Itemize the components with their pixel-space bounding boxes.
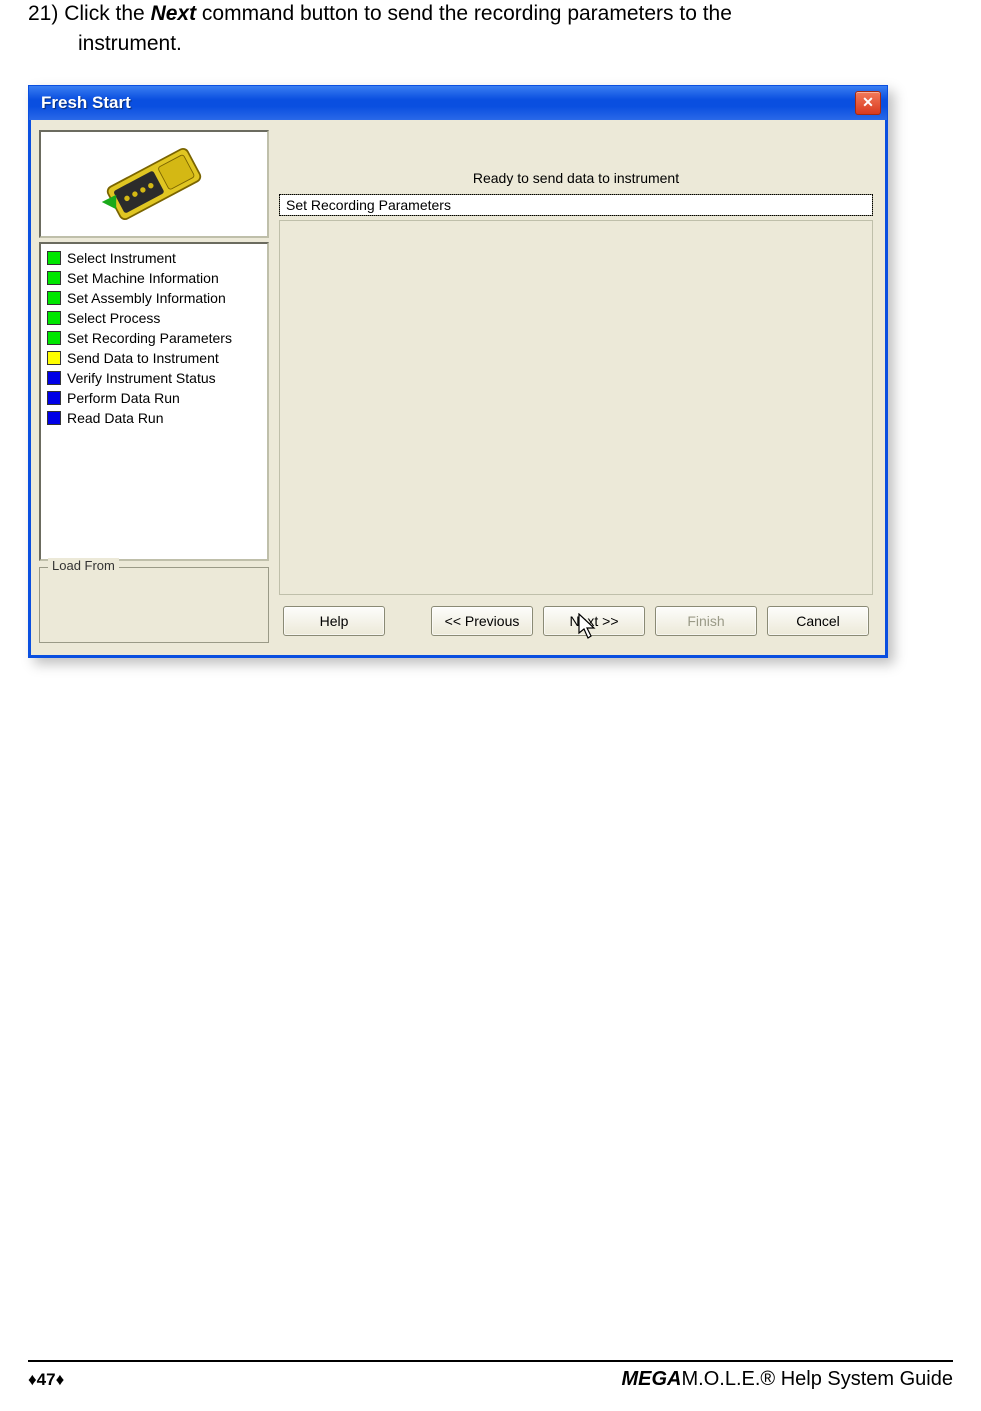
status-square-icon bbox=[47, 351, 61, 365]
wizard-step: Select Instrument bbox=[47, 250, 261, 266]
close-icon: ✕ bbox=[862, 94, 874, 111]
wizard-step: Read Data Run bbox=[47, 410, 261, 426]
status-square-icon bbox=[47, 251, 61, 265]
step-number: 21) bbox=[28, 2, 58, 25]
dialog-body: Select Instrument Set Machine Informatio… bbox=[28, 120, 888, 658]
status-square-icon bbox=[47, 291, 61, 305]
left-column: Select Instrument Set Machine Informatio… bbox=[39, 130, 269, 643]
guide-prefix: MEGA bbox=[622, 1368, 682, 1390]
mole-device-icon bbox=[79, 139, 229, 229]
status-square-icon bbox=[47, 331, 61, 345]
wizard-step: Set Recording Parameters bbox=[47, 330, 261, 346]
step-label: Read Data Run bbox=[67, 410, 164, 426]
step-label: Select Process bbox=[67, 310, 160, 326]
status-square-icon bbox=[47, 411, 61, 425]
wizard-step: Set Assembly Information bbox=[47, 290, 261, 306]
dialog-titlebar: Fresh Start ✕ bbox=[28, 85, 888, 120]
instruction-text: 21) Click the Next command button to sen… bbox=[28, 0, 953, 59]
instruction-next-word: Next bbox=[151, 2, 197, 25]
instrument-image bbox=[39, 130, 269, 238]
status-square-icon bbox=[47, 271, 61, 285]
instruction-line1: command button to send the recording par… bbox=[196, 2, 732, 25]
finish-button: Finish bbox=[655, 606, 757, 636]
wizard-steps-list: Select Instrument Set Machine Informatio… bbox=[39, 242, 269, 561]
dialog-title: Fresh Start bbox=[41, 93, 131, 113]
wizard-step: Verify Instrument Status bbox=[47, 370, 261, 386]
close-button[interactable]: ✕ bbox=[855, 91, 881, 115]
load-from-label: Load From bbox=[48, 558, 119, 573]
instruction-line2: instrument. bbox=[78, 30, 953, 58]
dialog-screenshot: Fresh Start ✕ bbox=[28, 85, 888, 658]
wizard-step: Set Machine Information bbox=[47, 270, 261, 286]
status-square-icon bbox=[47, 371, 61, 385]
step-label: Set Assembly Information bbox=[67, 290, 226, 306]
ready-message: Ready to send data to instrument bbox=[275, 170, 877, 186]
wizard-step: Perform Data Run bbox=[47, 390, 261, 406]
status-square-icon bbox=[47, 311, 61, 325]
guide-title: MEGAM.O.L.E.® Help System Guide bbox=[622, 1368, 954, 1391]
cancel-button[interactable]: Cancel bbox=[767, 606, 869, 636]
right-column: Ready to send data to instrument Set Rec… bbox=[275, 130, 877, 643]
load-from-group: Load From bbox=[39, 567, 269, 643]
previous-button[interactable]: << Previous bbox=[431, 606, 533, 636]
page-footer: ♦47♦ MEGAM.O.L.E.® Help System Guide bbox=[28, 1360, 953, 1391]
step-label: Set Machine Information bbox=[67, 270, 219, 286]
step-label: Set Recording Parameters bbox=[67, 330, 232, 346]
wizard-step: Send Data to Instrument bbox=[47, 350, 261, 366]
recording-params-field-wrap: Set Recording Parameters bbox=[275, 194, 877, 216]
wizard-step: Select Process bbox=[47, 310, 261, 326]
content-panel bbox=[279, 220, 873, 595]
step-label: Perform Data Run bbox=[67, 390, 180, 406]
step-label: Verify Instrument Status bbox=[67, 370, 216, 386]
button-row: Help << Previous Next >> Finish Cancel bbox=[275, 599, 877, 643]
status-square-icon bbox=[47, 391, 61, 405]
recording-params-field[interactable]: Set Recording Parameters bbox=[279, 194, 873, 216]
guide-rest: M.O.L.E.® Help System Guide bbox=[682, 1368, 954, 1390]
mouse-cursor-icon bbox=[577, 613, 599, 641]
step-label: Send Data to Instrument bbox=[67, 350, 219, 366]
help-button[interactable]: Help bbox=[283, 606, 385, 636]
step-label: Select Instrument bbox=[67, 250, 176, 266]
page-number: ♦47♦ bbox=[28, 1370, 64, 1390]
instruction-pre: Click the bbox=[64, 2, 150, 25]
